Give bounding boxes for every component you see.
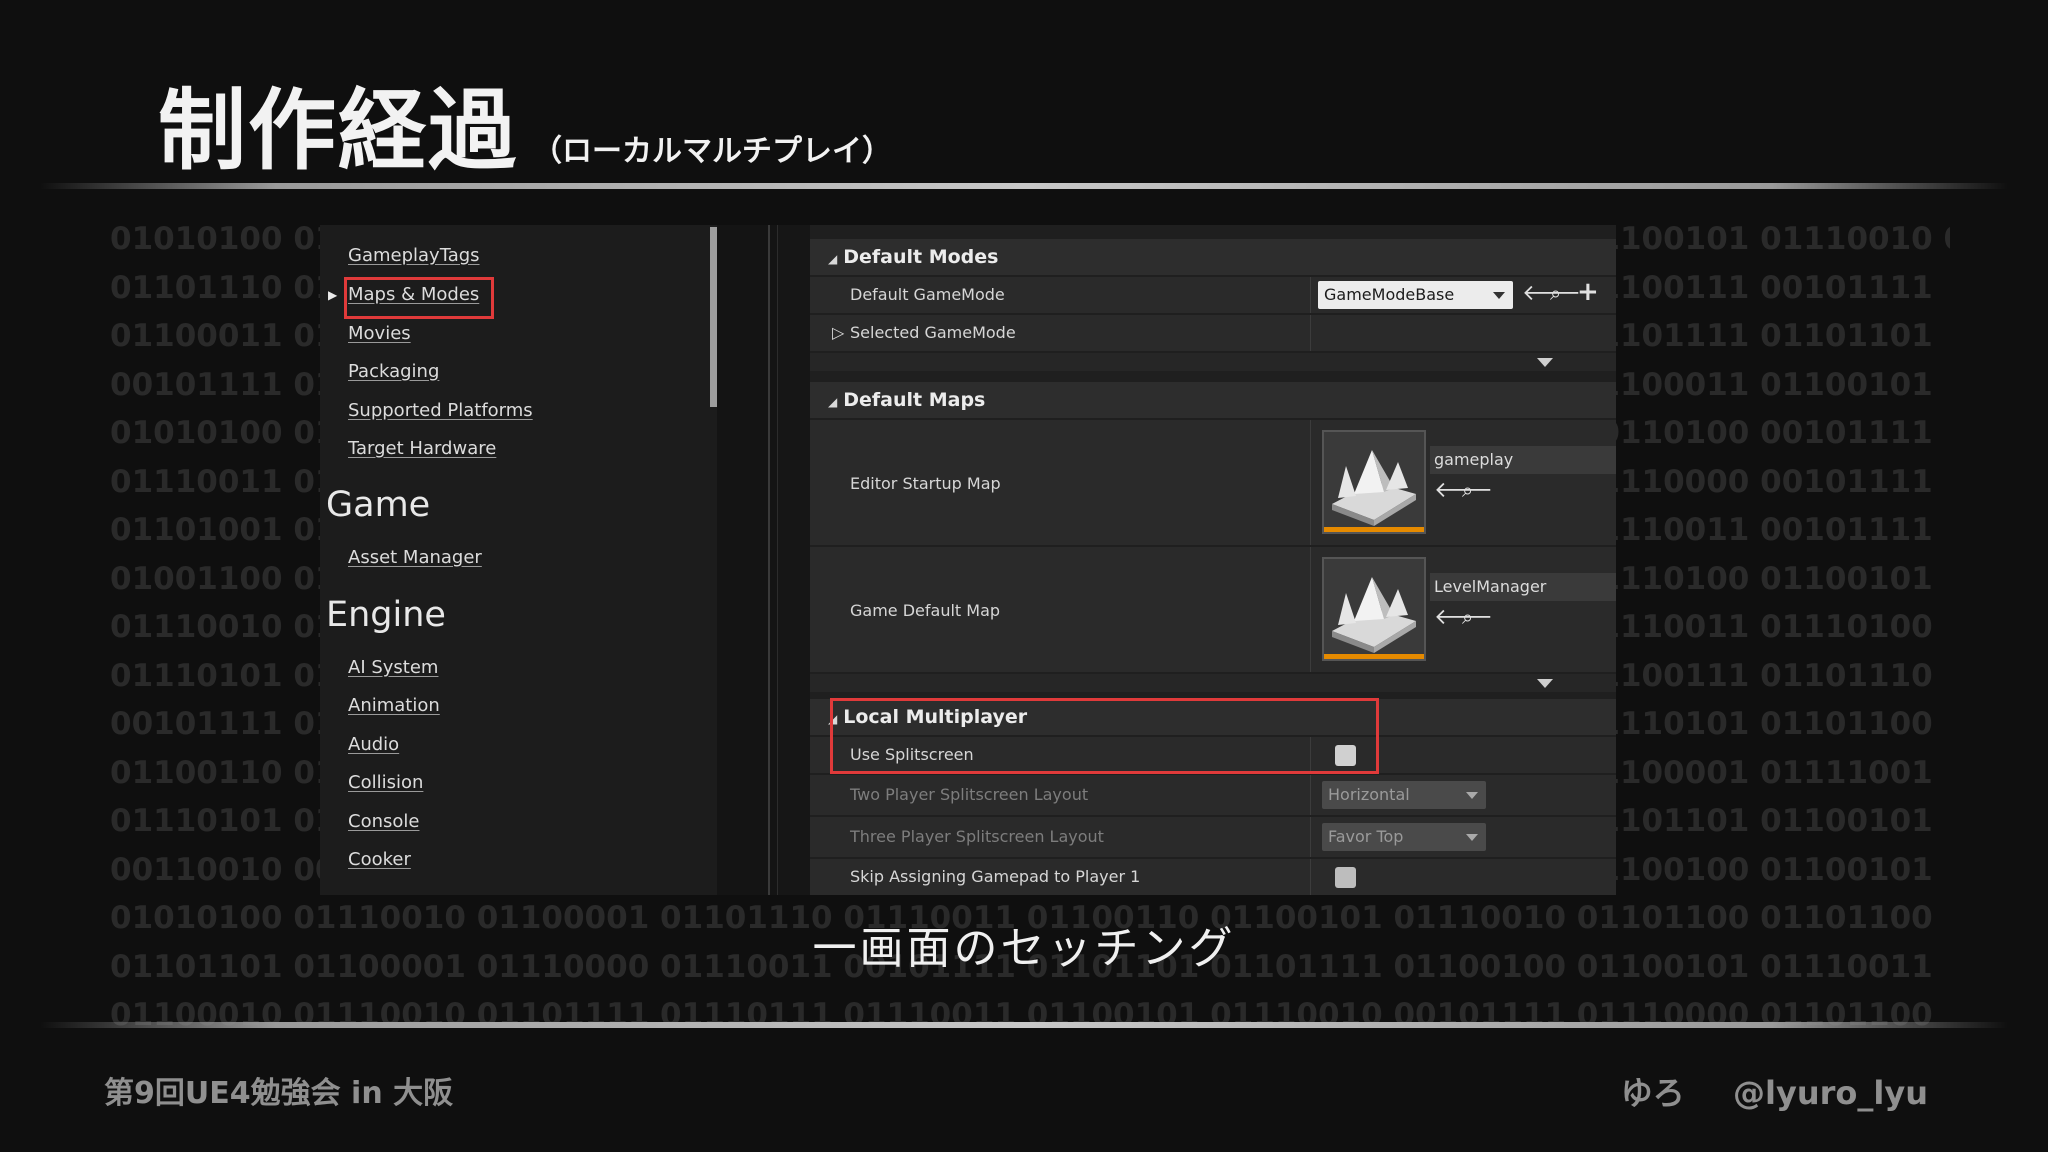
sidebar-item-ai-system[interactable]: AI System xyxy=(348,657,438,678)
plus-icon[interactable]: + xyxy=(1577,279,1599,305)
row-editor-startup-map: Editor Startup Map gameplay 🡐 ⌕ xyxy=(810,420,1616,545)
chevron-down-icon xyxy=(1466,834,1478,841)
footer-author: ゆろ @lyuro_lyu xyxy=(1621,1068,1928,1114)
row-default-gamemode: Default GameMode GameModeBase 🡐 ⌕ + xyxy=(810,277,1616,313)
sidebar-item-animation[interactable]: Animation xyxy=(348,695,440,716)
expand-arrow-icon[interactable]: ▶ xyxy=(328,288,337,302)
dropdown-value: Favor Top xyxy=(1328,827,1404,846)
sidebar-item-movies[interactable]: Movies xyxy=(348,323,411,344)
default-gamemode-dropdown[interactable]: GameModeBase xyxy=(1318,281,1513,309)
dropdown-value: Horizontal xyxy=(1328,785,1410,804)
row-two-player-layout: Two Player Splitscreen Layout Horizontal xyxy=(810,775,1616,815)
binary-line: 01100010 01110010 01101111 01110111 0111… xyxy=(110,997,1933,1033)
sidebar-item-cooker[interactable]: Cooker xyxy=(348,849,411,870)
column-divider xyxy=(1310,547,1311,672)
two-player-layout-dropdown[interactable]: Horizontal xyxy=(1322,781,1486,809)
level-map-icon xyxy=(1332,450,1416,526)
skip-gamepad-label: Skip Assigning Gamepad to Player 1 xyxy=(850,867,1141,886)
map-thumbnail[interactable] xyxy=(1322,430,1426,534)
sidebar-scrollbar[interactable] xyxy=(710,227,717,407)
row-game-default-map: Game Default Map LevelManager 🡐 ⌕ xyxy=(810,547,1616,672)
column-divider xyxy=(1310,775,1311,815)
selected-gamemode-label[interactable]: Selected GameMode xyxy=(850,323,1016,342)
asset-type-bar xyxy=(1324,527,1424,532)
section-title: Default Modes xyxy=(843,246,999,268)
column-divider xyxy=(1310,420,1311,545)
sidebar-item-target-hardware[interactable]: Target Hardware xyxy=(348,438,496,459)
sidebar-item-console[interactable]: Console xyxy=(348,811,419,832)
panel-splitter[interactable] xyxy=(768,225,770,895)
sidebar-item-packaging[interactable]: Packaging xyxy=(348,361,439,382)
author-handle: @lyuro_lyu xyxy=(1733,1074,1928,1112)
row-three-player-layout: Three Player Splitscreen Layout Favor To… xyxy=(810,817,1616,857)
game-default-map-name[interactable]: LevelManager xyxy=(1430,573,1616,601)
dropdown-value: GameModeBase xyxy=(1324,285,1455,304)
chevron-down-icon xyxy=(1537,358,1553,367)
expand-arrow-icon[interactable]: ▷ xyxy=(832,323,844,342)
column-divider xyxy=(1310,315,1311,351)
maps-modes-highlight xyxy=(344,277,494,319)
slide-title-block: 制作経過 （ローカルマルチプレイ） xyxy=(158,60,892,187)
row-selected-gamemode: ▷ Selected GameMode xyxy=(810,315,1616,351)
settings-sidebar: GameplayTags ▶ Maps & Modes Movies Packa… xyxy=(320,225,717,895)
footer-event-name: 第9回UE4勉強会 in 大阪 xyxy=(104,1076,454,1111)
map-thumbnail[interactable] xyxy=(1322,557,1426,661)
game-default-map-label: Game Default Map xyxy=(850,601,1001,620)
sidebar-item-audio[interactable]: Audio xyxy=(348,734,399,755)
default-gamemode-label: Default GameMode xyxy=(850,285,1005,304)
local-multiplayer-highlight xyxy=(830,698,1379,774)
section-collapse-bar[interactable] xyxy=(810,353,1616,371)
sidebar-item-supported-platforms[interactable]: Supported Platforms xyxy=(348,400,533,421)
section-header-default-modes[interactable]: ◢ Default Modes xyxy=(810,239,1616,275)
details-panel: ◢ Default Modes Default GameMode GameMode… xyxy=(810,225,1616,895)
editor-startup-map-label: Editor Startup Map xyxy=(850,474,1001,493)
row-skip-gamepad: Skip Assigning Gamepad to Player 1 xyxy=(810,859,1616,895)
three-player-layout-dropdown[interactable]: Favor Top xyxy=(1322,823,1486,851)
category-engine: Engine xyxy=(326,595,446,635)
collapse-triangle-icon: ◢ xyxy=(828,252,838,266)
bottom-divider xyxy=(40,1022,2008,1028)
search-icon[interactable]: ⌕ xyxy=(1462,606,1473,628)
level-map-icon xyxy=(1332,577,1416,653)
chevron-down-icon xyxy=(1537,679,1553,688)
three-player-layout-label: Three Player Splitscreen Layout xyxy=(850,827,1104,846)
top-divider xyxy=(40,183,2008,189)
column-divider xyxy=(1310,277,1311,313)
section-collapse-bar[interactable] xyxy=(810,674,1616,692)
slide-subtitle: （ローカルマルチプレイ） xyxy=(532,134,893,169)
section-title: Default Maps xyxy=(843,389,986,411)
section-header-default-maps[interactable]: ◢ Default Maps xyxy=(810,382,1616,418)
search-icon[interactable]: ⌕ xyxy=(1462,479,1473,501)
slide-caption: 一画面のセッチング xyxy=(812,923,1236,974)
author-name: ゆろ xyxy=(1620,1074,1685,1112)
sidebar-item-gameplaytags[interactable]: GameplayTags xyxy=(348,245,480,266)
project-settings-screenshot: GameplayTags ▶ Maps & Modes Movies Packa… xyxy=(320,225,1616,895)
chevron-down-icon xyxy=(1493,292,1505,299)
two-player-layout-label: Two Player Splitscreen Layout xyxy=(850,785,1089,804)
chevron-down-icon xyxy=(1466,792,1478,799)
sidebar-item-asset-manager[interactable]: Asset Manager xyxy=(348,547,482,568)
skip-gamepad-checkbox[interactable] xyxy=(1335,867,1356,888)
slide-title: 制作経過 xyxy=(158,79,519,182)
sidebar-item-collision[interactable]: Collision xyxy=(348,772,423,793)
search-icon[interactable]: ⌕ xyxy=(1550,282,1561,304)
collapse-triangle-icon: ◢ xyxy=(828,395,838,409)
asset-type-bar xyxy=(1324,654,1424,659)
column-divider xyxy=(1310,817,1311,857)
column-divider xyxy=(1310,859,1311,895)
category-game: Game xyxy=(326,485,431,525)
editor-startup-map-name[interactable]: gameplay xyxy=(1430,446,1616,474)
